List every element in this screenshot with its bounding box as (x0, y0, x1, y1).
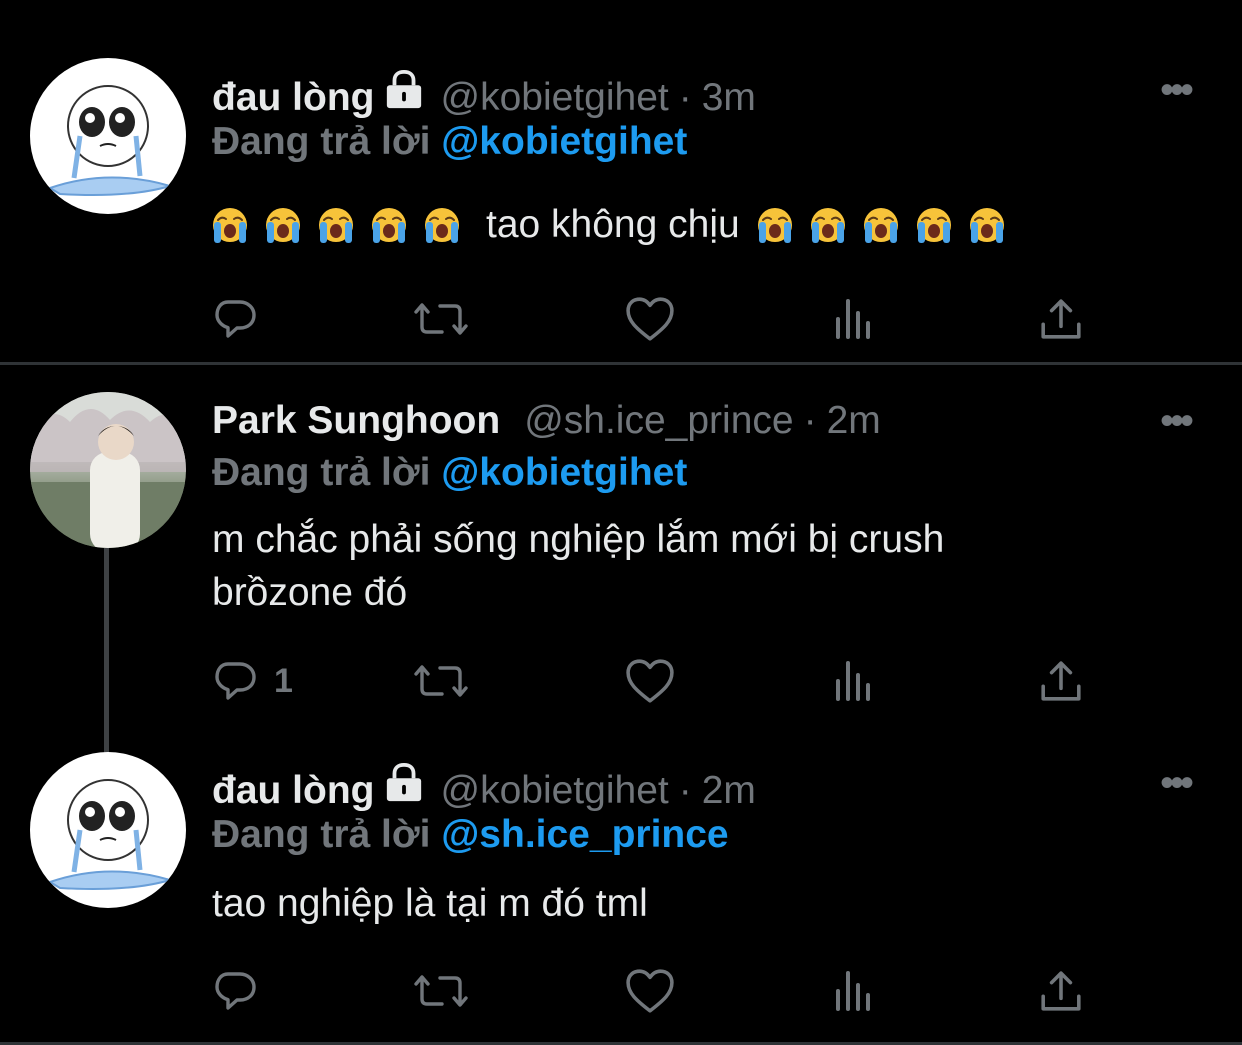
dot-separator: · (678, 76, 692, 119)
tweet-3[interactable]: đau lòng @kobietgihet · 2m ••• Đang trả … (0, 745, 1242, 1042)
more-icon[interactable]: ••• (1160, 401, 1194, 441)
like-icon (626, 297, 674, 341)
like-icon (626, 969, 674, 1013)
tweet-text: tao nghiệp là tại m đó tml (212, 882, 648, 925)
tweet-text-body: tao không chịu (486, 203, 740, 246)
reply-button[interactable] (214, 294, 272, 344)
mention-link[interactable]: @kobietgihet (441, 120, 687, 163)
tweet-text: tao không chịu (212, 198, 1132, 251)
timestamp[interactable]: 2m (827, 399, 881, 443)
user-handle[interactable]: @kobietgihet (440, 76, 668, 120)
mention-link[interactable]: @sh.ice_prince (441, 813, 728, 856)
loudly-crying-face-emoji (265, 207, 301, 243)
analytics-icon (836, 661, 870, 701)
action-bar (212, 294, 1092, 344)
display-name[interactable]: đau lòng (212, 769, 374, 813)
avatar[interactable] (30, 752, 186, 908)
replying-to-label: Đang trả lời (212, 813, 431, 856)
tweet-text-line: m chắc phải sống nghiệp lắm mới bị crush (212, 518, 945, 561)
user-handle[interactable]: @kobietgihet (440, 769, 668, 813)
replying-to: Đang trả lời @kobietgihet (212, 120, 687, 164)
dot-separator: · (803, 399, 817, 442)
like-button[interactable] (626, 656, 674, 706)
tweet-text-line: brồzone đó (212, 571, 408, 614)
tweet-text: m chắc phải sống nghiệp lắm mới bị crush… (212, 513, 1132, 619)
timestamp[interactable]: 2m (702, 769, 756, 813)
loudly-crying-face-emoji (424, 207, 460, 243)
share-icon (1041, 299, 1081, 339)
reply-icon (215, 972, 256, 1010)
retweet-icon (414, 303, 468, 335)
retweet-button[interactable] (414, 656, 470, 706)
mention-link[interactable]: @kobietgihet (441, 451, 687, 494)
analytics-button[interactable] (834, 294, 874, 344)
share-button[interactable] (1040, 656, 1082, 706)
replying-to: Đang trả lời @sh.ice_prince (212, 813, 729, 857)
replying-to: Đang trả lời @kobietgihet (212, 451, 687, 495)
reply-icon (215, 300, 256, 338)
retweet-icon (414, 665, 468, 697)
analytics-icon (836, 299, 870, 339)
reply-button[interactable]: 1 (214, 656, 293, 706)
reply-icon (215, 662, 256, 700)
reply-button[interactable] (214, 966, 272, 1016)
lock-icon (384, 763, 424, 813)
like-icon (626, 659, 674, 703)
user-handle[interactable]: @sh.ice_prince (524, 399, 793, 443)
display-name[interactable]: đau lòng (212, 76, 374, 120)
reply-count: 1 (274, 661, 293, 700)
dot-separator: · (678, 769, 692, 812)
lock-icon (384, 70, 424, 120)
like-button[interactable] (626, 966, 674, 1016)
share-button[interactable] (1040, 294, 1082, 344)
more-icon[interactable]: ••• (1160, 763, 1194, 803)
tweet-2[interactable]: Park Sunghoon @sh.ice_prince · 2m ••• Đa… (0, 365, 1242, 758)
analytics-icon (836, 971, 870, 1011)
share-icon (1041, 971, 1081, 1011)
share-button[interactable] (1040, 966, 1082, 1016)
avatar[interactable] (30, 58, 186, 214)
tweet-1[interactable]: đau lòng @kobietgihet · 3m ••• Đang trả … (0, 0, 1242, 362)
share-icon (1041, 661, 1081, 701)
analytics-button[interactable] (834, 966, 874, 1016)
loudly-crying-face-emoji (968, 207, 1005, 243)
loudly-crying-face-emoji (809, 207, 846, 243)
thread-line (104, 548, 109, 758)
action-bar (212, 966, 1092, 1016)
loudly-crying-face-emoji (915, 207, 952, 243)
display-name[interactable]: Park Sunghoon (212, 399, 500, 443)
loudly-crying-face-emoji (862, 207, 899, 243)
retweet-button[interactable] (414, 294, 470, 344)
retweet-button[interactable] (414, 966, 470, 1016)
action-bar: 1 (212, 656, 1092, 706)
loudly-crying-face-emoji (756, 207, 793, 243)
replying-to-label: Đang trả lời (212, 451, 431, 494)
timestamp[interactable]: 3m (702, 76, 756, 120)
retweet-icon (414, 975, 468, 1007)
loudly-crying-face-emoji (371, 207, 407, 243)
more-icon[interactable]: ••• (1160, 70, 1194, 110)
like-button[interactable] (626, 294, 674, 344)
loudly-crying-face-emoji (318, 207, 354, 243)
replying-to-label: Đang trả lời (212, 120, 431, 163)
analytics-button[interactable] (834, 656, 874, 706)
loudly-crying-face-emoji (212, 207, 248, 243)
avatar[interactable] (30, 392, 186, 548)
